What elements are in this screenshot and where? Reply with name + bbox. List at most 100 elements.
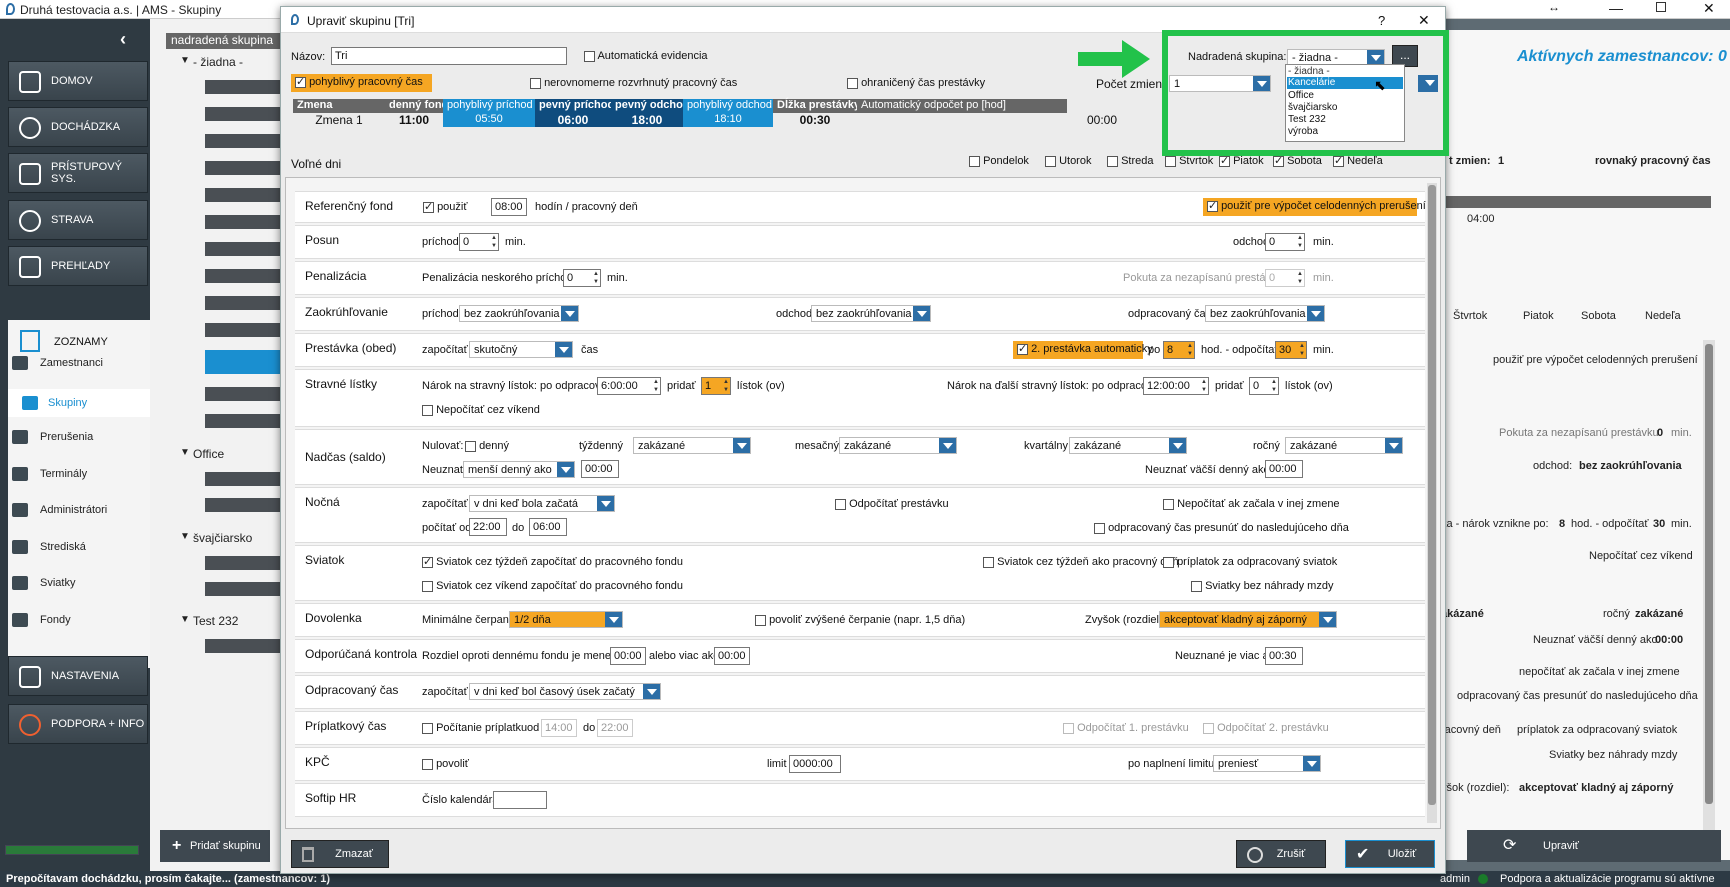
limited-break-checkbox[interactable]: ohraničený čas prestávky: [847, 77, 985, 89]
night-move-box[interactable]: [1094, 522, 1105, 534]
cell-fixed-departure[interactable]: 18:00: [611, 113, 683, 127]
nav-settings[interactable]: NASTAVENIA: [8, 656, 148, 696]
nav-home[interactable]: DOMOV: [8, 61, 148, 101]
meal-weekend-checkbox[interactable]: Nepočítať cez víkend: [422, 404, 540, 416]
kpc-limit-input[interactable]: 0000:00: [789, 755, 841, 773]
night-count-select[interactable]: v dni keď bola začatá: [469, 495, 615, 512]
tree-item[interactable]: [205, 323, 280, 337]
tree-item[interactable]: [205, 414, 280, 428]
tree-item[interactable]: [205, 498, 280, 512]
tree-group-switzerland[interactable]: ▼ švajčiarsko: [180, 531, 252, 545]
nav-groups[interactable]: Skupiny: [8, 389, 150, 417]
holiday-d-box[interactable]: [422, 580, 433, 592]
day-fri[interactable]: Piatok: [1219, 154, 1264, 167]
night-move-checkbox[interactable]: odpracovaný čas presunúť do nasledujúceh…: [1094, 522, 1349, 534]
holiday-c-box[interactable]: [1163, 556, 1174, 568]
nav-interruptions[interactable]: Prerušenia: [12, 427, 142, 447]
overtime-daily-box[interactable]: [465, 440, 476, 452]
vacation-increase-checkbox[interactable]: povoliť zvýšené čerpanie (napr. 1,5 dňa): [755, 614, 965, 626]
surcharge-s1-checkbox[interactable]: Odpočítať 1. prestávku: [1063, 722, 1189, 734]
vacation-increase-box[interactable]: [755, 614, 766, 626]
vacation-min-select[interactable]: 1/2 dňa: [509, 611, 623, 628]
tree-group-test232[interactable]: ▼ Test 232: [180, 614, 238, 628]
cell-flex-departure[interactable]: 18:10: [683, 113, 773, 127]
overtime-weekly-select[interactable]: zakázané: [633, 437, 751, 454]
meal-next-spinner[interactable]: 12:00:00: [1143, 377, 1209, 395]
tree-item[interactable]: [205, 296, 280, 310]
ref-use-box[interactable]: [423, 200, 434, 213]
holiday-c-checkbox[interactable]: príplatok za odpracovaný sviatok: [1163, 556, 1337, 568]
surcharge-calc-checkbox[interactable]: Počítanie príplatku: [422, 722, 527, 734]
ref-hours-input[interactable]: 08:00: [491, 198, 527, 216]
minimize-button[interactable]: —: [1609, 0, 1623, 16]
name-input[interactable]: Tri: [331, 47, 567, 65]
kpc-allow-checkbox[interactable]: povoliť: [422, 758, 469, 770]
day-mon[interactable]: Pondelok: [969, 155, 1029, 167]
night-to-input[interactable]: 06:00: [529, 518, 567, 536]
holiday-a-box[interactable]: [422, 555, 433, 568]
day-tue-box[interactable]: [1045, 155, 1056, 167]
day-sun-box[interactable]: [1333, 154, 1344, 167]
day-sun[interactable]: Nedeľa: [1333, 154, 1383, 167]
tree-item[interactable]: [205, 242, 280, 256]
surcharge-s2-checkbox[interactable]: Odpočítať 2. prestávku: [1203, 722, 1329, 734]
night-subtract-box[interactable]: [835, 498, 846, 510]
softip-cal-input[interactable]: [493, 791, 547, 809]
day-thu[interactable]: Štvrtok: [1165, 155, 1213, 167]
nav-attendance[interactable]: DOCHÁDZKA: [8, 107, 148, 147]
surcharge-s1-box[interactable]: [1063, 722, 1074, 734]
tree-item[interactable]: [205, 80, 280, 94]
control-unrec-input[interactable]: 00:30: [1265, 647, 1303, 665]
night-subtract-checkbox[interactable]: Odpočítať prestávku: [835, 498, 949, 510]
shift-arrival-spinner[interactable]: 0: [459, 233, 499, 251]
tree-item[interactable]: [205, 107, 280, 121]
surcharge-s2-box[interactable]: [1203, 722, 1214, 734]
tree-item[interactable]: [205, 556, 280, 570]
uneven-box[interactable]: [530, 77, 541, 89]
overtime-ignore2-time[interactable]: 00:00: [1265, 460, 1303, 478]
dialog-close-button[interactable]: ✕: [1418, 12, 1430, 29]
ref-fullday-box[interactable]: [1207, 199, 1218, 212]
tree-group-none[interactable]: ▼ - žiadna -: [180, 55, 243, 69]
nav-access[interactable]: PRÍSTUPOVÝ SYS.: [8, 153, 148, 193]
overtime-yearly-select[interactable]: zakázané: [1285, 437, 1403, 454]
tree-group-office[interactable]: ▼ Office: [180, 447, 224, 461]
day-thu-box[interactable]: [1165, 155, 1176, 167]
tree-item[interactable]: [205, 582, 280, 596]
vacation-rest-select[interactable]: akceptovať kladný aj záporný: [1159, 611, 1337, 628]
tree-item[interactable]: [205, 639, 280, 653]
holiday-d-checkbox[interactable]: Sviatok cez víkend započítať do pracovné…: [422, 580, 683, 592]
shift-departure-spinner[interactable]: 0: [1265, 233, 1305, 251]
surcharge-from-input[interactable]: 14:00: [541, 719, 577, 737]
cell-shift[interactable]: Zmena 1: [293, 113, 385, 127]
overtime-monthly-select[interactable]: zakázané: [839, 437, 957, 454]
save-button[interactable]: ✔ Uložiť: [1345, 840, 1435, 868]
day-sat-box[interactable]: [1273, 154, 1284, 167]
day-tue[interactable]: Utorok: [1045, 155, 1091, 167]
cell-fixed-arrival[interactable]: 06:00: [535, 113, 611, 127]
break-auto-checkbox[interactable]: 2. prestávka automaticky: [1013, 341, 1153, 359]
settings-scrollbar[interactable]: [1427, 183, 1437, 823]
nav-centers[interactable]: Strediská: [12, 537, 142, 557]
cell-break-length[interactable]: 00:30: [773, 113, 857, 127]
break-count-select[interactable]: skutočný: [469, 341, 573, 358]
limited-break-box[interactable]: [847, 77, 858, 89]
day-fri-box[interactable]: [1219, 154, 1230, 167]
penalty-fine-spinner[interactable]: 0: [1265, 269, 1305, 287]
tree-item[interactable]: [205, 161, 280, 175]
break-after-spinner[interactable]: 8: [1163, 341, 1195, 359]
collapse-icon[interactable]: ‹: [120, 29, 126, 50]
rounding-departure-select[interactable]: bez zaokrúhľovania: [811, 305, 931, 322]
meal-add2-spinner[interactable]: 0: [1249, 377, 1279, 395]
meal-add-spinner[interactable]: 1: [701, 377, 731, 395]
tree-item[interactable]: [205, 269, 280, 283]
tree-item[interactable]: [205, 188, 280, 202]
night-from-input[interactable]: 22:00: [469, 518, 507, 536]
night-nocount-box[interactable]: [1163, 498, 1174, 510]
nav-support[interactable]: PODPORA + INFO: [8, 704, 148, 744]
nav-lists[interactable]: ZOZNAMY: [16, 328, 146, 354]
cell-daily-fund[interactable]: 11:00: [385, 113, 443, 127]
day-mon-box[interactable]: [969, 155, 980, 167]
help-button[interactable]: ?: [1378, 13, 1385, 28]
rounding-arrival-select[interactable]: bez zaokrúhľovania: [459, 305, 579, 322]
